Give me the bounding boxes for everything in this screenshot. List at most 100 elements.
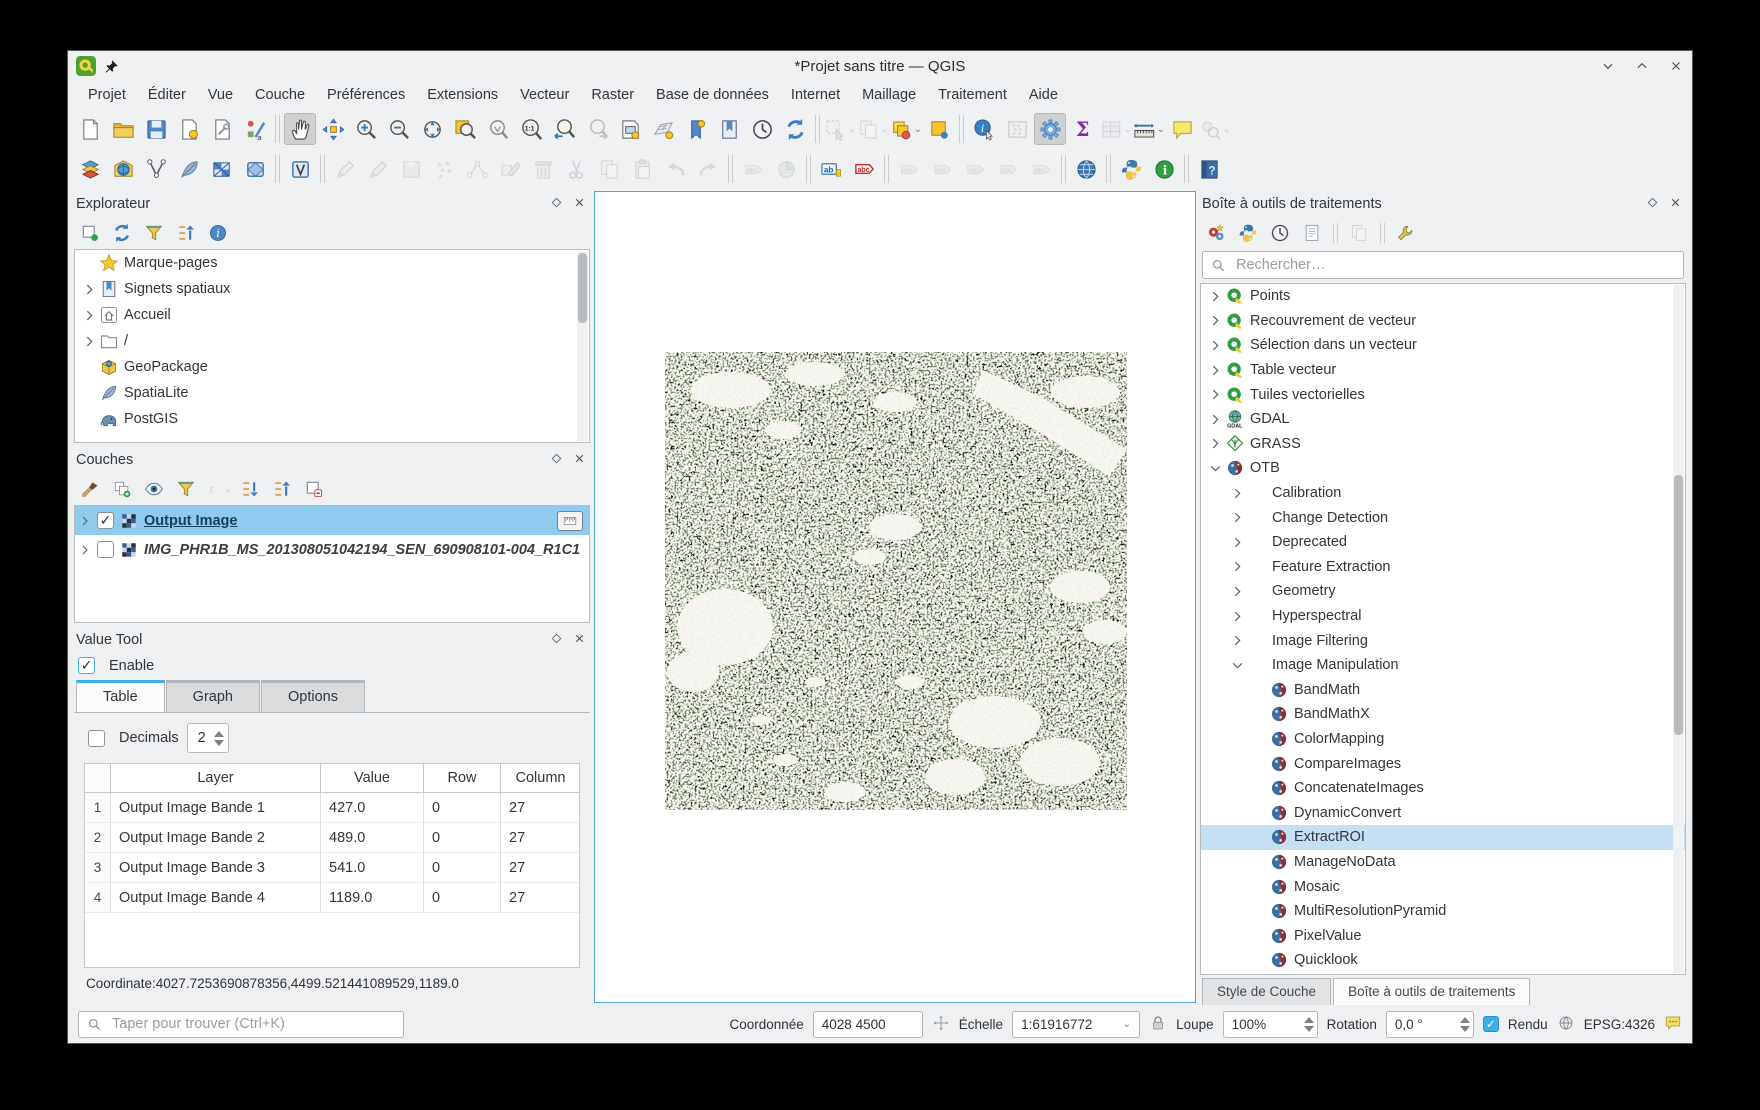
toolbar-button-statistical-summary[interactable] (1001, 113, 1033, 145)
toolbar-button-pan-to-selection[interactable] (317, 113, 349, 145)
col-header-row[interactable]: Row (424, 764, 501, 792)
toolbar-button-new-project[interactable] (74, 113, 106, 145)
layer-row-img-phr1b[interactable]: IMG_PHR1B_MS_201308051042194_SEN_6909081… (75, 535, 589, 564)
col-header-layer[interactable]: Layer (111, 764, 321, 792)
explorer-scrollbar[interactable] (577, 251, 588, 441)
toolbar-button-add-vector-layer[interactable] (107, 153, 139, 185)
layers-tool-expand-all[interactable] (236, 475, 264, 503)
toolbox-tool-history[interactable] (1266, 219, 1294, 247)
toolbar-button-pin-labels[interactable] (893, 153, 925, 185)
layers-tool-filter-by-expression[interactable]: ⌄ (204, 475, 232, 503)
menu-traitement[interactable]: Traitement (928, 84, 1017, 106)
toolbox-item-hyperspectral[interactable]: Hyperspectral (1201, 604, 1685, 629)
close-panel-button[interactable] (573, 632, 586, 649)
toolbox-item-tuiles-vectorielles[interactable]: Tuiles vectorielles (1201, 382, 1685, 407)
toolbox-search[interactable] (1202, 251, 1684, 279)
toolbar-button-move-label[interactable] (959, 153, 991, 185)
explorer-tool-refresh[interactable] (108, 219, 136, 247)
toolbar-button-copy-features[interactable] (593, 153, 625, 185)
toolbar-button-zoom-in[interactable] (350, 113, 382, 145)
table-row[interactable]: 2 Output Image Bande 2 489.0 0 27 (85, 823, 579, 853)
toolbar-button-select-by-form[interactable]: ⌄ (890, 113, 922, 145)
toolbar-button-new-print-layout[interactable] (173, 113, 205, 145)
layers-tool-filter-legend[interactable] (172, 475, 200, 503)
toolbox-item-compareimages[interactable]: CompareImages (1201, 751, 1685, 776)
toolbar-button-processing-toolbox[interactable] (1034, 113, 1066, 145)
tab-table[interactable]: Table (76, 680, 165, 712)
explorer-item-spatialite[interactable]: SpatiaLite (75, 380, 589, 406)
menu-maillage[interactable]: Maillage (852, 84, 926, 106)
float-panel-button[interactable] (550, 452, 563, 469)
close-button[interactable] (1668, 58, 1684, 74)
toolbar-button-paste-features[interactable] (626, 153, 658, 185)
toolbar-button-measure[interactable]: ⌄ (1133, 113, 1165, 145)
extents-icon[interactable] (932, 1014, 950, 1035)
enable-checkbox[interactable]: ✓ (78, 657, 95, 674)
maximize-button[interactable] (1634, 58, 1650, 74)
toolbar-button-data-source-manager[interactable] (74, 153, 106, 185)
toolbar-button-layout-manager[interactable] (206, 113, 238, 145)
toolbar-button-attribute-table[interactable]: ⌄ (1100, 113, 1132, 145)
toolbox-item-points[interactable]: Points (1201, 284, 1685, 309)
layers-tool-manage-visibility[interactable] (140, 475, 168, 503)
toolbox-search-input[interactable] (1234, 256, 1675, 274)
toolbox-scrollbar[interactable] (1673, 285, 1684, 973)
toolbar-button-map-tips[interactable] (1166, 113, 1198, 145)
toolbox-item-managenodata[interactable]: ManageNoData (1201, 850, 1685, 875)
menu-couche[interactable]: Couche (245, 84, 315, 106)
toolbox-item-image-filtering[interactable]: Image Filtering (1201, 628, 1685, 653)
toolbar-button-show-statistics[interactable] (1067, 113, 1099, 145)
toolbox-item-change-detection[interactable]: Change Detection (1201, 505, 1685, 530)
crs-globe-icon[interactable] (1557, 1014, 1575, 1035)
minimize-button[interactable] (1600, 58, 1616, 74)
toolbar-button-deselect-features[interactable]: ⌄ (857, 113, 889, 145)
dock-tab-style-de-couche[interactable]: Style de Couche (1202, 978, 1331, 1005)
table-row[interactable]: 1 Output Image Bande 1 427.0 0 27 (85, 793, 579, 823)
table-row[interactable]: 3 Output Image Bande 3 541.0 0 27 (85, 853, 579, 883)
float-panel-button[interactable] (550, 632, 563, 649)
toolbar-button-style-manager[interactable] (239, 113, 271, 145)
explorer-tool-collapse-all[interactable] (172, 219, 200, 247)
close-panel-button[interactable] (573, 196, 586, 213)
toolbar-button-change-label[interactable] (1025, 153, 1057, 185)
explorer-item-accueil[interactable]: Accueil (75, 302, 589, 328)
menu-vecteur[interactable]: Vecteur (510, 84, 579, 106)
toolbox-item-geometry[interactable]: Geometry (1201, 579, 1685, 604)
layer-visibility-checkbox[interactable] (97, 541, 114, 558)
coordinate-field[interactable]: 4028 4500 (813, 1011, 923, 1038)
toolbar-button-save-project[interactable] (140, 113, 172, 145)
layers-tool-collapse-all[interactable] (268, 475, 296, 503)
explorer-tool-add-layer[interactable] (76, 219, 104, 247)
tab-graph[interactable]: Graph (166, 680, 260, 712)
toolbar-button-metasearch[interactable] (1070, 153, 1102, 185)
toolbox-item-pixelvalue[interactable]: PixelValue (1201, 923, 1685, 948)
toolbox-item-extractroi[interactable]: ExtractROI (1201, 825, 1685, 850)
toolbar-button-help[interactable] (1193, 153, 1225, 185)
toolbox-tool-results-viewer[interactable] (1298, 219, 1326, 247)
decimals-spinner[interactable]: 2 (187, 723, 229, 753)
map-canvas[interactable] (594, 191, 1196, 1003)
toolbox-item-colormapping[interactable]: ColorMapping (1201, 727, 1685, 752)
toolbox-item-mosaic[interactable]: Mosaic (1201, 874, 1685, 899)
toolbar-button-add-mesh-layer[interactable] (239, 153, 271, 185)
toolbox-item-gdal[interactable]: GDAL (1201, 407, 1685, 432)
toolbar-button-otb-applications[interactable] (1148, 153, 1180, 185)
toolbar-button-layer-labeling-options[interactable] (737, 153, 769, 185)
toolbar-button-show-bookmarks[interactable] (713, 113, 745, 145)
toolbox-item-concatenateimages[interactable]: ConcatenateImages (1201, 776, 1685, 801)
toolbar-button-zoom-to-selection[interactable] (482, 113, 514, 145)
render-checkbox[interactable]: ✓ (1483, 1016, 1499, 1032)
explorer-item-geopackage[interactable]: GeoPackage (75, 354, 589, 380)
magnifier-spinner[interactable]: 100% (1223, 1011, 1318, 1038)
dock-tab-boite-a-outils[interactable]: Boîte à outils de traitements (1333, 978, 1530, 1005)
toolbox-item-bandmathx[interactable]: BandMathX (1201, 702, 1685, 727)
toolbar-button-undo[interactable] (659, 153, 691, 185)
locator-input[interactable] (110, 1015, 395, 1033)
toolbar-button-zoom-out[interactable] (383, 113, 415, 145)
menu-aide[interactable]: Aide (1019, 84, 1068, 106)
col-header-value[interactable]: Value (321, 764, 424, 792)
layer-row-output-image[interactable]: ✓ Output Image (75, 506, 589, 535)
toolbar-button-redo[interactable] (692, 153, 724, 185)
menu-vue[interactable]: Vue (198, 84, 243, 106)
menu-editer[interactable]: Éditer (138, 84, 196, 106)
